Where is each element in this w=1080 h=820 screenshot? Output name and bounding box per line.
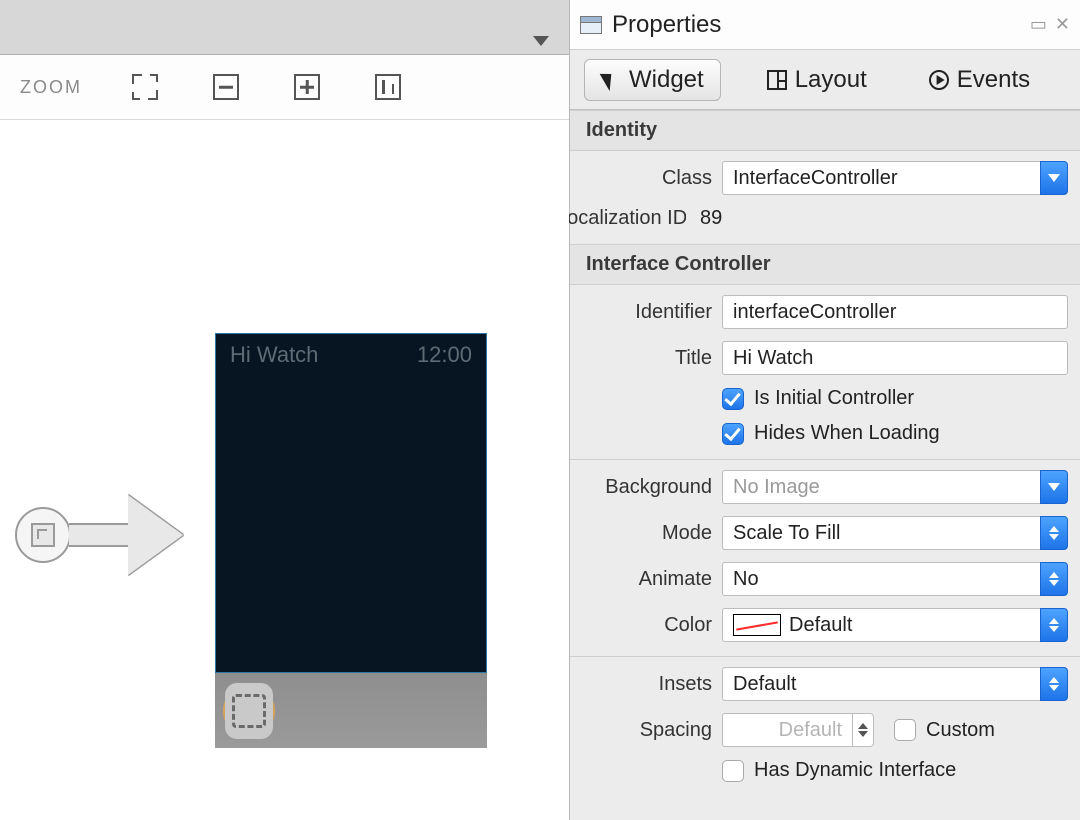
zoom-actual-icon[interactable] [375,74,401,100]
tab-widget[interactable]: Widget [584,59,721,101]
background-field[interactable]: No Image [722,470,1040,504]
identifier-field[interactable]: interfaceController [722,295,1068,329]
class-field[interactable]: InterfaceController [722,161,1040,195]
chevron-updown-icon[interactable] [1040,516,1068,550]
background-label: Background [582,476,712,499]
cursor-icon [601,70,621,90]
panel-tabs: Widget Layout Events [570,50,1080,110]
placeholder-icon [232,694,266,728]
spacing-stepper[interactable]: Default [722,713,874,747]
close-icon[interactable]: ✕ [1055,14,1070,35]
mode-field[interactable]: Scale To Fill [722,516,1040,550]
storyboard-entry-arrow[interactable] [15,495,183,575]
zoom-in-icon[interactable] [294,74,320,100]
localization-id-value: 89 [696,207,722,230]
zoom-out-icon[interactable] [213,74,239,100]
stepper-updown-icon[interactable] [852,713,874,747]
section-insets: Insets Default Spacing Default Custom [570,656,1080,796]
section-identity-header: Identity [570,110,1080,151]
class-label: Class [582,167,712,190]
panel-title: Properties [612,11,1020,39]
custom-spacing-label: Custom [926,719,995,742]
tab-layout[interactable]: Layout [751,60,883,100]
localization-id-label: Localization ID [556,207,686,230]
section-ic-header: Interface Controller [570,244,1080,285]
color-swatch-none-icon [733,614,781,636]
is-initial-label: Is Initial Controller [754,387,914,410]
properties-icon [580,16,602,34]
animate-field[interactable]: No [722,562,1040,596]
animate-label: Animate [582,568,712,591]
mode-combo[interactable]: Scale To Fill [722,516,1068,550]
section-ic: Identifier interfaceController Title Hi … [570,285,1080,459]
zoom-fit-icon[interactable] [132,74,158,100]
zoom-label: ZOOM [20,77,82,98]
canvas-column: ZOOM Hi Watch 12:00 [0,0,570,820]
color-value: Default [789,614,852,637]
layout-icon [767,70,787,90]
canvas-header [0,0,569,55]
dynamic-interface-checkbox[interactable] [722,760,744,782]
events-icon [929,70,949,90]
mode-label: Mode [582,522,712,545]
tab-layout-label: Layout [795,66,867,94]
watch-time: 12:00 [417,342,472,664]
watch-dock [215,673,487,748]
animate-combo[interactable]: No [722,562,1068,596]
insets-field[interactable]: Default [722,667,1040,701]
entry-point-icon [15,507,71,563]
canvas-toolbar: ZOOM [0,55,569,120]
insets-combo[interactable]: Default [722,667,1068,701]
canvas-area[interactable]: Hi Watch 12:00 [0,120,569,820]
title-label: Title [582,347,712,370]
hides-when-loading-checkbox[interactable] [722,423,744,445]
properties-panel: Properties ▭ ✕ Widget Layout Events Iden… [570,0,1080,820]
chevron-down-icon[interactable] [1040,470,1068,504]
chevron-updown-icon[interactable] [1040,667,1068,701]
minimize-icon[interactable]: ▭ [1030,14,1047,35]
watch-interface-controller[interactable]: Hi Watch 12:00 [215,333,487,748]
tab-widget-label: Widget [629,66,704,94]
color-combo[interactable]: Default [722,608,1068,642]
identifier-label: Identifier [582,301,712,324]
is-initial-checkbox[interactable] [722,388,744,410]
dock-item[interactable] [223,685,275,737]
spacing-field[interactable]: Default [722,713,852,747]
section-identity: Class InterfaceController Localization I… [570,151,1080,244]
watch-screen: Hi Watch 12:00 [215,333,487,673]
custom-spacing-checkbox[interactable] [894,719,916,741]
spacing-label: Spacing [582,719,712,742]
hides-when-loading-label: Hides When Loading [754,422,940,445]
tab-events-label: Events [957,66,1030,94]
chevron-down-icon[interactable] [1040,161,1068,195]
panel-titlebar: Properties ▭ ✕ [570,0,1080,50]
color-label: Color [582,614,712,637]
title-field[interactable]: Hi Watch [722,341,1068,375]
section-background: Background No Image Mode Scale To Fill A… [570,459,1080,656]
tab-events[interactable]: Events [913,60,1046,100]
class-combo[interactable]: InterfaceController [722,161,1068,195]
canvas-menu-dropdown-icon[interactable] [533,36,549,46]
insets-label: Insets [582,673,712,696]
chevron-updown-icon[interactable] [1040,608,1068,642]
color-field[interactable]: Default [722,608,1040,642]
chevron-updown-icon[interactable] [1040,562,1068,596]
dynamic-interface-label: Has Dynamic Interface [754,759,956,782]
background-combo[interactable]: No Image [722,470,1068,504]
watch-title: Hi Watch [230,342,318,664]
